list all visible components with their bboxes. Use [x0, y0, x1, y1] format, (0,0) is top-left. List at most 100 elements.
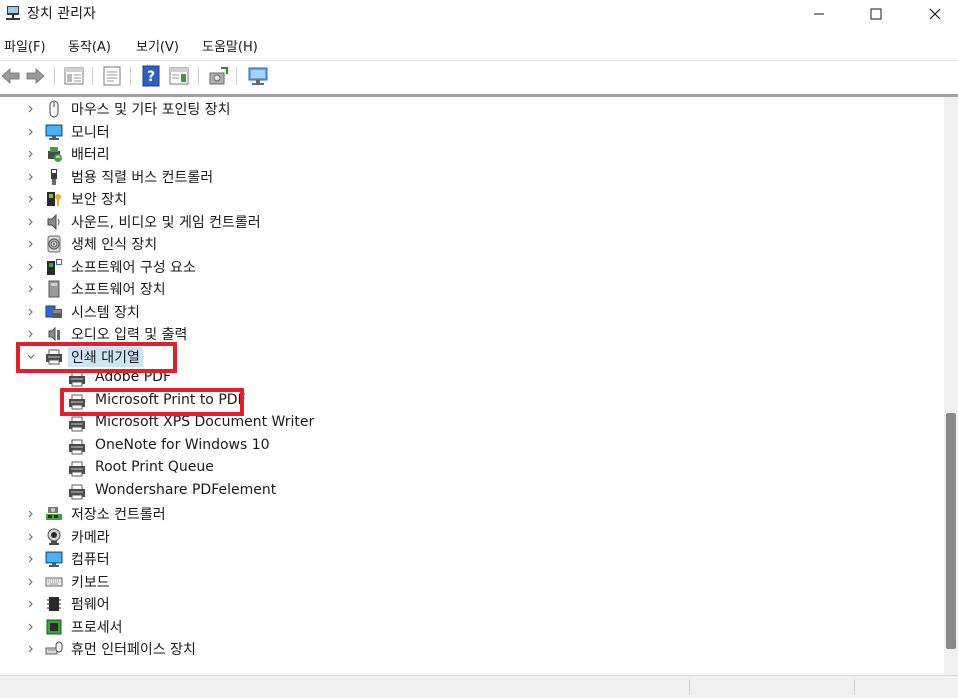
forward-icon[interactable]	[24, 65, 46, 87]
chevron-right-icon[interactable]	[26, 104, 36, 114]
scan-hardware-icon[interactable]	[247, 65, 269, 87]
tree-category[interactable]: 소프트웨어 장치	[0, 278, 944, 300]
minimize-button[interactable]	[790, 0, 848, 28]
toolbar-separator	[236, 67, 237, 85]
chevron-right-icon[interactable]	[26, 509, 36, 519]
tree-item-label: 컴퓨터	[71, 552, 110, 568]
chevron-down-icon[interactable]	[26, 352, 36, 362]
maximize-button[interactable]	[847, 0, 905, 28]
scrollbar-thumb[interactable]	[946, 413, 956, 649]
tree-category[interactable]: 생체 인식 장치	[0, 233, 944, 255]
tree-category[interactable]: 배터리	[0, 143, 944, 165]
print-queue-item[interactable]: Root Print Queue	[0, 458, 944, 480]
printer-icon	[68, 370, 86, 388]
window-title: 장치 관리자	[27, 6, 96, 22]
chevron-right-icon[interactable]	[26, 239, 36, 249]
print-queue-item[interactable]: Microsoft Print to PDF	[0, 391, 944, 413]
tree-category[interactable]: 시스템 장치	[0, 301, 944, 323]
tree-item-label: 사운드, 비디오 및 게임 컨트롤러	[71, 214, 261, 231]
chevron-right-icon[interactable]	[26, 644, 36, 654]
tree-item-label: Microsoft Print to PDF	[95, 391, 246, 408]
tree-category[interactable]: 범용 직렬 버스 컨트롤러	[0, 166, 944, 188]
tree-item-label: 저장소 컨트롤러	[71, 507, 166, 523]
tree-category[interactable]: 휴먼 인터페이스 장치	[0, 638, 944, 660]
tree-category[interactable]: 오디오 입력 및 출력	[0, 323, 944, 345]
chevron-right-icon[interactable]	[26, 262, 36, 272]
chevron-right-icon[interactable]	[26, 577, 36, 587]
tree-category[interactable]: 모니터	[0, 121, 944, 143]
tree-category-print-queues[interactable]: 인쇄 대기열	[0, 346, 944, 368]
fingerprint-icon	[45, 235, 63, 253]
tree-category[interactable]: 프로세서	[0, 616, 944, 638]
toolbar-separator	[130, 67, 131, 85]
tree-category[interactable]: 컴퓨터	[0, 548, 944, 570]
menu-help[interactable]: 도움말(H)	[202, 36, 258, 55]
chevron-right-icon[interactable]	[26, 284, 36, 294]
back-icon[interactable]	[0, 65, 22, 87]
chevron-right-icon[interactable]	[26, 599, 36, 609]
close-icon	[929, 8, 941, 20]
chevron-right-icon[interactable]	[26, 194, 36, 204]
menu-action[interactable]: 동작(A)	[68, 36, 111, 55]
printer-icon	[68, 483, 86, 501]
status-divider	[689, 679, 690, 695]
tree-item-label: 소프트웨어 구성 요소	[71, 259, 196, 276]
menu-file[interactable]: 파일(F)	[4, 36, 46, 55]
printer-icon	[68, 393, 86, 411]
chevron-right-icon[interactable]	[26, 532, 36, 542]
print-queue-item[interactable]: OneNote for Windows 10	[0, 436, 944, 458]
help-icon[interactable]: ?	[140, 65, 162, 87]
printer-icon	[45, 348, 63, 366]
chevron-right-icon[interactable]	[26, 329, 36, 339]
tree-item-label: 범용 직렬 버스 컨트롤러	[71, 169, 214, 186]
chevron-right-icon[interactable]	[26, 127, 36, 137]
action-pane-icon[interactable]	[168, 65, 190, 87]
tree-category[interactable]: 키보드	[0, 571, 944, 593]
chevron-right-icon[interactable]	[26, 554, 36, 564]
chevron-right-icon[interactable]	[26, 622, 36, 632]
tree-category[interactable]: 카메라	[0, 526, 944, 548]
maximize-icon	[870, 8, 882, 20]
properties-icon[interactable]	[101, 65, 123, 87]
tree-item-label: 배터리	[71, 147, 110, 163]
chevron-right-icon[interactable]	[26, 307, 36, 317]
device-tree[interactable]: 마우스 및 기타 포인팅 장치모니터배터리범용 직렬 버스 컨트롤러보안 장치사…	[0, 97, 944, 675]
tree-category[interactable]: 소프트웨어 구성 요소	[0, 256, 944, 278]
svg-text:?: ?	[147, 69, 155, 85]
audio-io-icon	[45, 325, 63, 343]
toolbar-separator	[198, 67, 199, 85]
print-queue-item[interactable]: Wondershare PDFelement	[0, 481, 944, 503]
tree-category[interactable]: 펌웨어	[0, 593, 944, 615]
tree-category[interactable]: 마우스 및 기타 포인팅 장치	[0, 98, 944, 120]
close-button[interactable]	[906, 0, 958, 28]
firmware-icon	[45, 595, 63, 613]
toolbar-separator	[54, 67, 55, 85]
show-hide-tree-icon[interactable]	[63, 65, 85, 87]
tree-item-label: OneNote for Windows 10	[95, 436, 270, 453]
tree-item-label: 생체 인식 장치	[71, 237, 158, 253]
tree-category[interactable]: 사운드, 비디오 및 게임 컨트롤러	[0, 211, 944, 233]
chevron-right-icon[interactable]	[26, 217, 36, 227]
tree-item-label: Adobe PDF	[95, 369, 172, 385]
chevron-right-icon[interactable]	[26, 149, 36, 159]
camera-icon	[45, 528, 63, 546]
menu-view[interactable]: 보기(V)	[136, 36, 179, 55]
print-queue-item[interactable]: Microsoft XPS Document Writer	[0, 413, 944, 435]
storage-controller-icon	[45, 505, 63, 523]
update-driver-icon[interactable]	[207, 65, 229, 87]
tree-item-label: 펌웨어	[71, 597, 110, 613]
chevron-right-icon[interactable]	[26, 172, 36, 182]
tree-item-label: 카메라	[71, 529, 110, 546]
tree-category[interactable]: 저장소 컨트롤러	[0, 503, 944, 525]
tree-item-label: 소프트웨어 장치	[71, 282, 166, 298]
battery-icon	[45, 145, 63, 163]
toolbar-separator	[92, 67, 93, 85]
device-manager-icon	[6, 6, 20, 20]
keyboard-icon	[45, 573, 63, 591]
tree-item-label: 마우스 및 기타 포인팅 장치	[71, 102, 231, 118]
security-device-icon	[45, 190, 63, 208]
status-bar	[0, 675, 958, 698]
print-queue-item[interactable]: Adobe PDF	[0, 368, 944, 390]
vertical-scrollbar[interactable]	[944, 97, 958, 675]
tree-category[interactable]: 보안 장치	[0, 188, 944, 210]
